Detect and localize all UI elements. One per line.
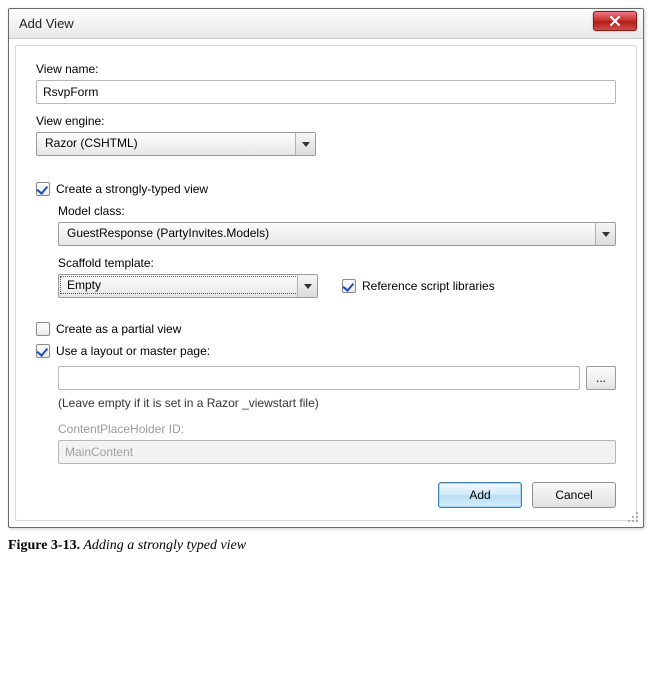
chevron-down-icon xyxy=(595,223,615,245)
use-layout-checkbox[interactable] xyxy=(36,344,50,358)
figure-caption: Figure 3-13. Adding a strongly typed vie… xyxy=(8,538,644,554)
view-name-field: View name: xyxy=(36,62,616,104)
view-engine-label: View engine: xyxy=(36,114,616,128)
layout-path-input[interactable] xyxy=(58,366,580,390)
scaffold-field: Scaffold template: Empty Reference scrip… xyxy=(58,256,616,298)
browse-label: ... xyxy=(596,371,606,385)
button-row: Add Cancel xyxy=(36,482,616,508)
view-name-label: View name: xyxy=(36,62,616,76)
add-button-label: Add xyxy=(469,488,490,502)
ref-script-checkbox[interactable] xyxy=(342,279,356,293)
view-engine-field: View engine: Razor (CSHTML) xyxy=(36,114,616,156)
view-engine-value: Razor (CSHTML) xyxy=(37,133,315,153)
use-layout-label: Use a layout or master page: xyxy=(56,344,210,358)
chevron-down-icon xyxy=(295,133,315,155)
strongly-typed-checkbox[interactable] xyxy=(36,182,50,196)
partial-view-label: Create as a partial view xyxy=(56,322,181,336)
figure-text: Adding a strongly typed view xyxy=(80,538,246,553)
cancel-button[interactable]: Cancel xyxy=(532,482,616,508)
view-name-input[interactable] xyxy=(36,80,616,104)
layout-group: ... (Leave empty if it is set in a Razor… xyxy=(58,366,616,464)
view-engine-combo[interactable]: Razor (CSHTML) xyxy=(36,132,316,156)
cph-input xyxy=(58,440,616,464)
model-class-combo[interactable]: GuestResponse (PartyInvites.Models) xyxy=(58,222,616,246)
partial-view-checkbox[interactable] xyxy=(36,322,50,336)
titlebar: Add View xyxy=(9,9,643,39)
use-layout-row[interactable]: Use a layout or master page: xyxy=(36,344,616,358)
partial-view-row[interactable]: Create as a partial view xyxy=(36,322,616,336)
strongly-typed-group: Model class: GuestResponse (PartyInvites… xyxy=(58,204,616,298)
scaffold-value: Empty xyxy=(60,276,316,294)
ref-script-label: Reference script libraries xyxy=(362,279,495,293)
cph-label: ContentPlaceHolder ID: xyxy=(58,422,616,436)
cancel-button-label: Cancel xyxy=(555,488,592,502)
figure-number: Figure 3-13. xyxy=(8,538,80,553)
scaffold-combo[interactable]: Empty xyxy=(58,274,318,298)
layout-hint: (Leave empty if it is set in a Razor _vi… xyxy=(58,396,616,410)
strongly-typed-label: Create a strongly-typed view xyxy=(56,182,208,196)
add-button[interactable]: Add xyxy=(438,482,522,508)
ref-script-row[interactable]: Reference script libraries xyxy=(342,279,495,293)
model-class-label: Model class: xyxy=(58,204,616,218)
model-class-field: Model class: GuestResponse (PartyInvites… xyxy=(58,204,616,246)
strongly-typed-row[interactable]: Create a strongly-typed view xyxy=(36,182,616,196)
add-view-dialog: Add View View name: View engine: Razor (… xyxy=(8,8,644,528)
close-button[interactable] xyxy=(593,11,637,31)
window-title: Add View xyxy=(19,16,593,31)
browse-button[interactable]: ... xyxy=(586,366,616,390)
dialog-content: View name: View engine: Razor (CSHTML) C… xyxy=(15,45,637,521)
resize-grip[interactable] xyxy=(627,511,639,523)
chevron-down-icon xyxy=(297,275,317,297)
model-class-value: GuestResponse (PartyInvites.Models) xyxy=(59,223,615,243)
close-icon xyxy=(609,16,621,26)
scaffold-label: Scaffold template: xyxy=(58,256,616,270)
